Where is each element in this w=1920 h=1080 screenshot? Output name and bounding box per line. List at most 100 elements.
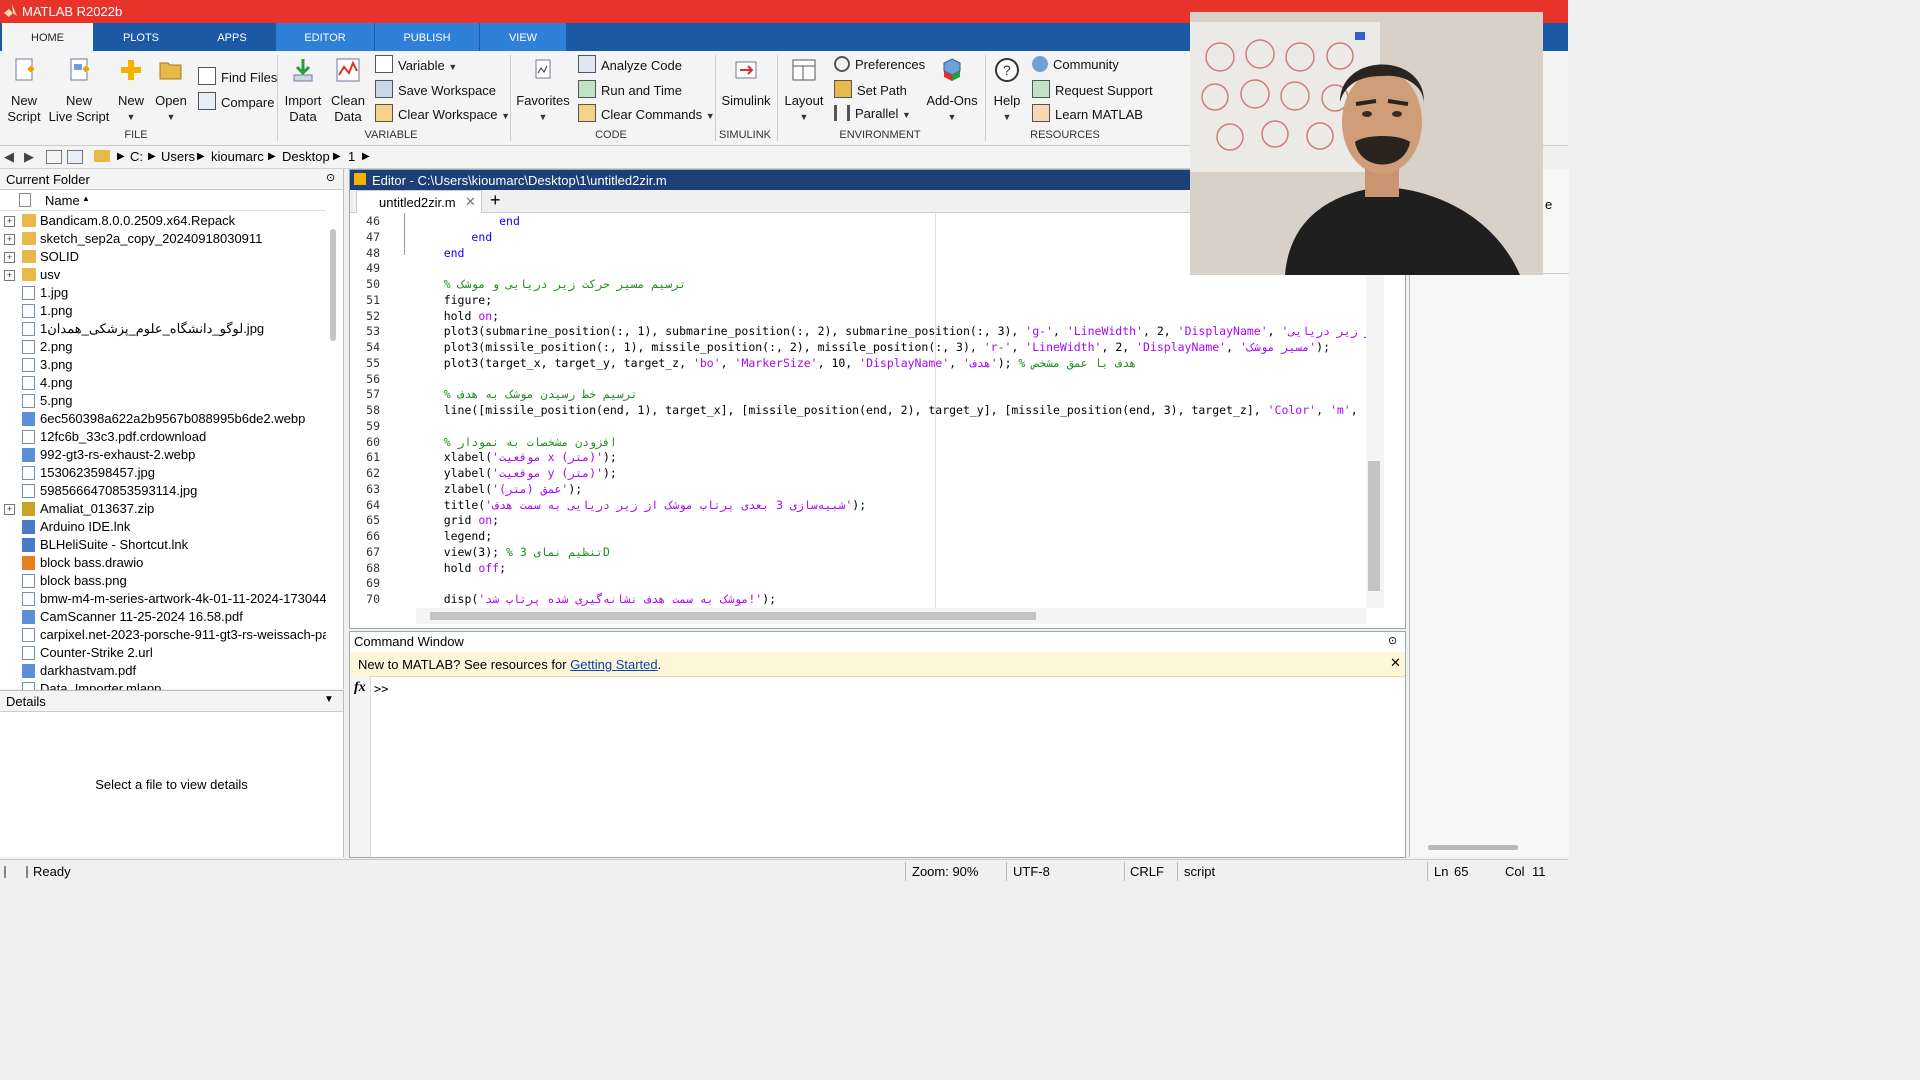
code-line[interactable]: line([missile_position(end, 1), target_x…	[416, 402, 1366, 418]
breadcrumb-user[interactable]: kioumarc	[211, 149, 264, 164]
tab-publish[interactable]: PUBLISH	[375, 23, 479, 51]
new-live-script-button[interactable]: New Live Script	[48, 57, 110, 125]
command-prompt[interactable]: >>	[374, 682, 388, 696]
code-line[interactable]: % ترسیم مسیر حرکت زیر دریایی و موشک	[416, 276, 686, 292]
up-folder-icon[interactable]	[46, 150, 62, 164]
code-line[interactable]: % افزودن مشخصات به نمودار	[416, 434, 617, 450]
breadcrumb-users[interactable]: Users	[161, 149, 195, 164]
workspace-scrollbar[interactable]	[1428, 845, 1518, 850]
back-icon[interactable]: ◀	[4, 149, 14, 165]
code-line[interactable]: end	[416, 213, 520, 229]
browse-folder-icon[interactable]	[67, 150, 83, 164]
code-line[interactable]: zlabel('عمق (متر)');	[416, 481, 583, 497]
code-line[interactable]: legend;	[416, 528, 492, 544]
panel-menu-icon[interactable]: ⊙	[326, 171, 335, 184]
file-list-item[interactable]: 2.png	[0, 338, 326, 356]
panel-menu-icon[interactable]: ⊙	[1388, 634, 1397, 647]
file-list-item[interactable]: Counter-Strike 2.url	[0, 644, 326, 662]
file-list-item[interactable]: 4.png	[0, 374, 326, 392]
expand-icon[interactable]: +	[4, 504, 15, 515]
analyze-code-button[interactable]: Analyze Code	[578, 55, 682, 75]
scroll-thumb[interactable]	[430, 612, 1036, 620]
expand-icon[interactable]: +	[4, 252, 15, 263]
breadcrumb-drive[interactable]: C:	[130, 149, 143, 164]
column-header[interactable]: Name ▲	[0, 190, 326, 211]
code-line[interactable]: xlabel('موقعیت x (متر)');	[416, 449, 617, 465]
file-list-item[interactable]: + Bandicam.8.0.0.2509.x64.Repack	[0, 212, 326, 230]
file-list-item[interactable]: 992-gt3-rs-exhaust-2.webp	[0, 446, 326, 464]
tab-apps[interactable]: APPS	[190, 23, 274, 51]
clear-workspace-button[interactable]: Clear Workspace ▼	[375, 104, 510, 124]
file-list-item[interactable]: 6ec560398a622a2b9567b088995b6de2.webp	[0, 410, 326, 428]
new-button[interactable]: New ▼	[114, 57, 148, 125]
code-line[interactable]: disp('موشک به سمت هدف نشانه‌گیری شده پرت…	[416, 591, 776, 607]
compare-button[interactable]: Compare	[198, 92, 274, 112]
run-and-time-button[interactable]: Run and Time	[578, 80, 682, 100]
set-path-button[interactable]: Set Path	[834, 80, 907, 100]
code-line[interactable]: view(3); % تنظیم نمای 3D	[416, 544, 610, 560]
file-list-item[interactable]: 1530623598457.jpg	[0, 464, 326, 482]
breadcrumb-desktop[interactable]: Desktop	[282, 149, 330, 164]
file-list-item[interactable]: 1.jpg	[0, 284, 326, 302]
file-list-item[interactable]: darkhastvam.pdf	[0, 662, 326, 680]
file-list-item[interactable]: + SOLID	[0, 248, 326, 266]
code-line[interactable]: end	[416, 229, 492, 245]
addons-button[interactable]: Add-Ons ▼	[925, 57, 979, 125]
open-button[interactable]: Open ▼	[153, 57, 189, 125]
code-line[interactable]: grid on;	[416, 512, 499, 528]
tab-home[interactable]: HOME	[2, 23, 93, 51]
forward-icon[interactable]: ▶	[24, 149, 34, 165]
file-list-item[interactable]: Arduino IDE.lnk	[0, 518, 326, 536]
learn-matlab-button[interactable]: Learn MATLAB	[1032, 104, 1143, 124]
file-list-item[interactable]: carpixel.net-2023-porsche-911-gt3-rs-wei…	[0, 626, 326, 644]
file-list-item[interactable]: CamScanner 11-25-2024 16.58.pdf	[0, 608, 326, 626]
request-support-button[interactable]: Request Support	[1032, 80, 1153, 100]
file-list-item[interactable]: + sketch_sep2a_copy_20240918030911	[0, 230, 326, 248]
breadcrumb-folder[interactable]: 1	[348, 149, 355, 164]
file-list-item[interactable]: + Amaliat_013637.zip	[0, 500, 326, 518]
find-files-button[interactable]: Find Files	[198, 67, 277, 87]
code-line[interactable]: plot3(submarine_position(:, 1), submarin…	[416, 323, 1366, 339]
expand-icon[interactable]: +	[4, 270, 15, 281]
save-workspace-button[interactable]: Save Workspace	[375, 80, 496, 100]
file-list-item[interactable]: + usv	[0, 266, 326, 284]
expand-icon[interactable]: +	[4, 216, 15, 227]
code-line[interactable]: plot3(missile_position(:, 1), missile_po…	[416, 339, 1330, 355]
code-line[interactable]: figure;	[416, 292, 492, 308]
tab-plots[interactable]: PLOTS	[100, 23, 182, 51]
chevron-down-icon[interactable]: ▼	[324, 694, 334, 705]
expand-icon[interactable]: +	[4, 234, 15, 245]
layout-button[interactable]: Layout ▼	[783, 57, 825, 125]
file-list-item[interactable]: block bass.png	[0, 572, 326, 590]
close-icon[interactable]: ✕	[465, 194, 476, 210]
simulink-button[interactable]: Simulink	[720, 57, 772, 109]
file-list-item[interactable]: 12fc6b_33c3.pdf.crdownload	[0, 428, 326, 446]
file-list-item[interactable]: 3.png	[0, 356, 326, 374]
code-line[interactable]: hold off;	[416, 560, 506, 576]
code-line[interactable]: title('شبیه‌سازی 3 بعدی پرتاب موشک از زی…	[416, 497, 866, 513]
code-line[interactable]: ylabel('موقعیت y (متر)');	[416, 465, 617, 481]
code-line[interactable]: hold on;	[416, 308, 499, 324]
favorites-button[interactable]: Favorites ▼	[516, 57, 570, 125]
code-line[interactable]: end	[416, 245, 465, 261]
file-list-item[interactable]: 5.png	[0, 392, 326, 410]
tab-editor[interactable]: EDITOR	[276, 23, 374, 51]
getting-started-link[interactable]: Getting Started	[570, 657, 657, 672]
clean-data-button[interactable]: Clean Data	[330, 57, 366, 125]
new-script-button[interactable]: New Script	[4, 57, 44, 125]
file-list-item[interactable]: 1لوگو_دانشگاه_علوم_پزشکی_همدان.jpg	[0, 320, 326, 338]
file-list-item[interactable]: 1.png	[0, 302, 326, 320]
clear-commands-button[interactable]: Clear Commands ▼	[578, 104, 715, 124]
community-button[interactable]: Community	[1032, 55, 1119, 75]
function-browser-icon[interactable]: fx	[354, 680, 366, 696]
code-line[interactable]: % ترسیم خط رسیدن موشک به هدف	[416, 386, 638, 402]
import-data-button[interactable]: Import Data	[283, 57, 323, 125]
preferences-button[interactable]: Preferences	[834, 55, 925, 75]
editor-tab-file[interactable]: untitled2zir.m ✕	[356, 190, 482, 213]
code-line[interactable]: plot3(target_x, target_y, target_z, 'bo'…	[416, 355, 1137, 371]
close-icon[interactable]: ✕	[1390, 655, 1401, 671]
tab-view[interactable]: VIEW	[480, 23, 566, 51]
file-list-item[interactable]: block bass.drawio	[0, 554, 326, 572]
folder-scrollbar[interactable]	[330, 229, 336, 341]
scroll-thumb[interactable]	[1368, 461, 1380, 591]
